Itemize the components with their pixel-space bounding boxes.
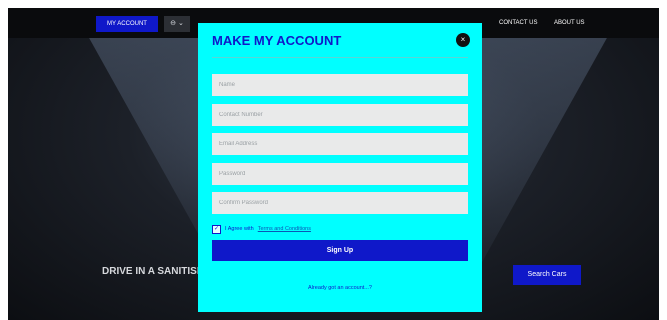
nav-link-contact-us[interactable]: CONTACT US bbox=[499, 20, 537, 26]
search-cars-button[interactable]: Search Cars bbox=[513, 265, 581, 285]
signup-modal: MAKE MY ACCOUNT × ✓ I Agree with Terms a… bbox=[198, 23, 482, 312]
contact-number-input[interactable] bbox=[212, 104, 468, 126]
hero-headline: DRIVE IN A SANITISED bbox=[102, 266, 211, 277]
login-link[interactable]: Already got an account...? bbox=[198, 285, 482, 291]
my-account-button[interactable]: MY ACCOUNT bbox=[96, 16, 158, 32]
name-input[interactable] bbox=[212, 74, 468, 96]
terms-link[interactable]: Terms and Conditions bbox=[258, 226, 311, 232]
terms-agreement: ✓ I Agree with Terms and Conditions bbox=[212, 224, 311, 234]
agree-checkbox[interactable]: ✓ bbox=[212, 224, 221, 234]
confirm-password-input[interactable] bbox=[212, 192, 468, 214]
title-divider bbox=[212, 57, 468, 58]
password-input[interactable] bbox=[212, 163, 468, 185]
sign-up-button[interactable]: Sign Up bbox=[212, 240, 468, 261]
agree-label: I Agree with bbox=[225, 226, 254, 232]
nav-link-about-us[interactable]: ABOUT US bbox=[554, 20, 585, 26]
email-input[interactable] bbox=[212, 133, 468, 155]
close-icon[interactable]: × bbox=[456, 33, 470, 47]
modal-title: MAKE MY ACCOUNT bbox=[212, 33, 342, 48]
user-dropdown-icon[interactable]: ⊖ ⌄ bbox=[164, 16, 190, 32]
